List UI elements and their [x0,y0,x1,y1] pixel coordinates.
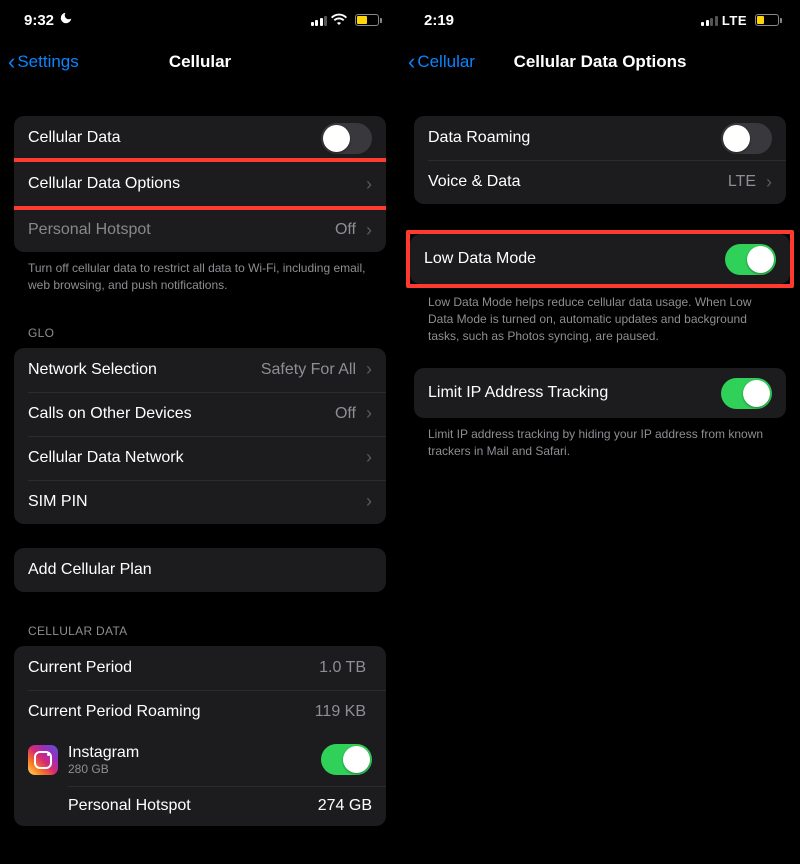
group-cellular: Cellular Data Cellular Data Options › Pe… [14,116,386,252]
sim-pin-label: SIM PIN [28,493,362,511]
chevron-right-icon: › [366,403,372,424]
group-add-plan: Add Cellular Plan [14,548,386,592]
battery-icon [751,14,782,26]
current-period-value: 1.0 TB [319,659,366,677]
group-usage: Current Period 1.0 TB Current Period Roa… [14,646,386,826]
group-glo: Network Selection Safety For All › Calls… [14,348,386,524]
group-limit-ip: Limit IP Address Tracking [414,368,786,418]
cellular-data-options-label: Cellular Data Options [28,175,362,193]
row-add-cellular-plan[interactable]: Add Cellular Plan [14,548,386,592]
personal-hotspot-label: Personal Hotspot [28,221,335,239]
clock: 9:32 [24,12,54,29]
chevron-left-icon: ‹ [408,51,415,73]
wifi-icon [331,12,347,29]
chevron-right-icon: › [366,174,372,195]
app-toggle[interactable] [321,744,372,775]
right-phone: 2:19 LTE ‹ Cellular Cellular Data Option… [400,0,800,864]
chevron-right-icon: › [366,359,372,380]
nav-bar: ‹ Cellular Cellular Data Options [400,40,800,84]
data-roaming-label: Data Roaming [428,129,721,147]
status-bar: 9:32 [0,0,400,40]
calls-other-label: Calls on Other Devices [28,405,335,423]
group-low-data-mode: Low Data Mode [410,234,790,284]
calls-other-value: Off [335,405,356,423]
footer-low-data: Low Data Mode helps reduce cellular data… [414,286,786,344]
signal-icon [701,15,718,26]
row-sim-pin[interactable]: SIM PIN › [14,480,386,524]
row-app-sub-hotspot[interactable]: Personal Hotspot 274 GB [14,786,386,826]
row-network-selection[interactable]: Network Selection Safety For All › [14,348,386,392]
highlight-box: Cellular Data Options › [14,158,386,210]
app-size: 280 GB [68,762,321,776]
network-selection-value: Safety For All [261,361,356,379]
low-data-mode-label: Low Data Mode [424,250,725,268]
limit-ip-toggle[interactable] [721,378,772,409]
voice-data-value: LTE [728,173,756,191]
row-current-period-roaming[interactable]: Current Period Roaming 119 KB [14,690,386,734]
row-low-data-mode[interactable]: Low Data Mode [410,234,790,284]
footer-limit-ip: Limit IP address tracking by hiding your… [414,418,786,460]
low-data-mode-toggle[interactable] [725,244,776,275]
data-roaming-toggle[interactable] [721,123,772,154]
network-selection-label: Network Selection [28,361,261,379]
voice-data-label: Voice & Data [428,173,728,191]
highlight-box: Low Data Mode [406,230,794,288]
section-header-glo: GLO [14,326,386,340]
back-label: Settings [17,52,78,72]
row-limit-ip[interactable]: Limit IP Address Tracking [414,368,786,418]
chevron-right-icon: › [766,172,772,193]
back-button[interactable]: ‹ Cellular [408,51,475,73]
signal-icon [311,15,328,26]
personal-hotspot-value: Off [335,221,356,239]
chevron-right-icon: › [366,447,372,468]
current-period-label: Current Period [28,659,319,677]
limit-ip-label: Limit IP Address Tracking [428,384,721,402]
chevron-right-icon: › [366,220,372,241]
cellular-data-toggle[interactable] [321,123,372,154]
row-cellular-data-network[interactable]: Cellular Data Network › [14,436,386,480]
add-plan-label: Add Cellular Plan [28,561,372,579]
group-roaming-voice: Data Roaming Voice & Data LTE › [414,116,786,204]
roaming-value: 119 KB [315,703,366,721]
clock: 2:19 [424,12,454,29]
left-phone: 9:32 ‹ Settings Cellular Cellular Data [0,0,400,864]
row-app-instagram[interactable]: Instagram 280 GB [14,734,386,786]
status-bar: 2:19 LTE [400,0,800,40]
section-header-cellular-data: CELLULAR DATA [14,624,386,638]
row-cellular-data[interactable]: Cellular Data [14,116,386,160]
row-current-period[interactable]: Current Period 1.0 TB [14,646,386,690]
row-voice-data[interactable]: Voice & Data LTE › [414,160,786,204]
back-button[interactable]: ‹ Settings [8,51,79,73]
row-calls-other-devices[interactable]: Calls on Other Devices Off › [14,392,386,436]
battery-icon [351,14,382,26]
do-not-disturb-icon [59,11,73,29]
instagram-icon [28,745,58,775]
footer-text: Turn off cellular data to restrict all d… [14,252,386,294]
sub-label: Personal Hotspot [68,797,318,815]
row-cellular-data-options[interactable]: Cellular Data Options › [14,162,386,206]
chevron-right-icon: › [366,491,372,512]
cdn-label: Cellular Data Network [28,449,362,467]
sub-value: 274 GB [318,797,372,815]
cellular-data-label: Cellular Data [28,129,321,147]
app-name: Instagram [68,744,321,762]
row-data-roaming[interactable]: Data Roaming [414,116,786,160]
back-label: Cellular [417,52,475,72]
row-personal-hotspot[interactable]: Personal Hotspot Off › [14,208,386,252]
network-label: LTE [722,13,747,28]
chevron-left-icon: ‹ [8,51,15,73]
nav-bar: ‹ Settings Cellular [0,40,400,84]
roaming-label: Current Period Roaming [28,703,315,721]
